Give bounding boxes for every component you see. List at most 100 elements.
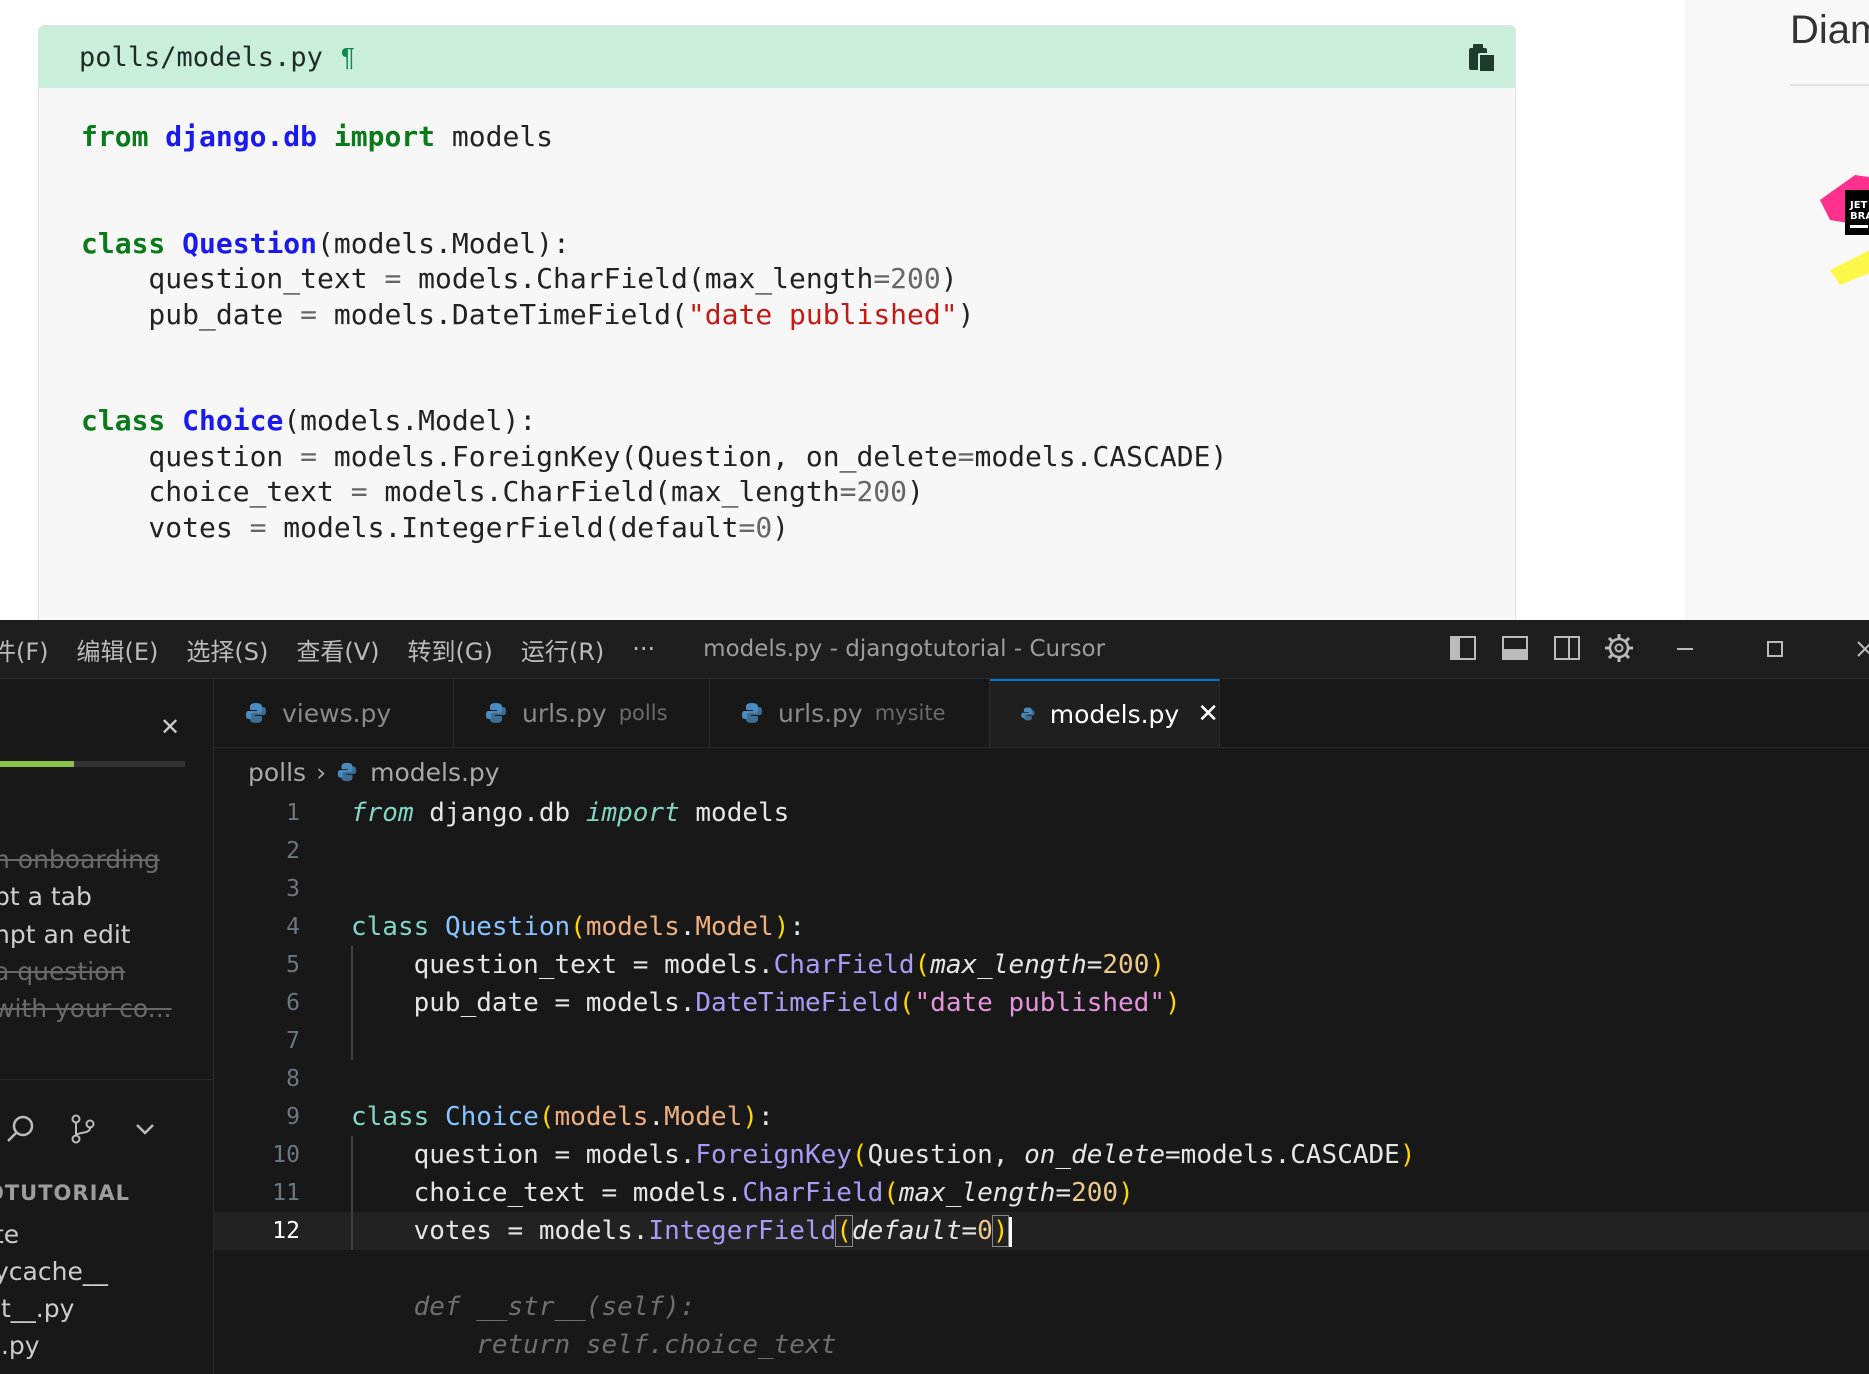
onboarding-item[interactable]: a question [0, 957, 125, 986]
code-token: ( [914, 950, 931, 980]
python-file-icon [742, 703, 762, 723]
line-content[interactable]: question = models.ForeignKey(Question, o… [351, 1136, 1416, 1174]
indent-guide [351, 946, 353, 1060]
breadcrumb-file[interactable]: models.py [370, 758, 499, 787]
source-control-icon[interactable] [66, 1112, 100, 1146]
line-content[interactable]: class Choice(models.Model): [351, 1098, 774, 1136]
tab-models-py[interactable]: models.py ✕ [990, 679, 1220, 747]
code-token: models [585, 912, 680, 942]
menu-selection[interactable]: 选择(S) [186, 632, 268, 667]
code-token: = [873, 262, 891, 295]
search-icon[interactable] [4, 1112, 38, 1146]
menu-file[interactable]: 件(F) [0, 632, 49, 667]
line-content[interactable]: def __str__(self): [351, 1288, 696, 1326]
code-token: . [648, 1102, 665, 1132]
file-tree-item[interactable]: te [0, 1220, 19, 1249]
code-token: models.DateTimeField( [317, 297, 688, 331]
explorer-section-title[interactable]: OTUTORIAL [0, 1181, 130, 1205]
svg-text:BRA: BRA [1850, 211, 1869, 222]
code-token: votes = models. [351, 1216, 649, 1246]
line-content[interactable]: pub_date = models.DateTimeField("date pu… [351, 984, 1181, 1022]
toggle-secondary-sidebar-icon[interactable] [1549, 630, 1585, 666]
tab-urls-py-polls[interactable]: urls.py polls [454, 679, 710, 747]
chevron-down-icon[interactable] [128, 1112, 162, 1146]
file-tree-item[interactable]: it__.py [0, 1294, 74, 1323]
code-line: choice_text = models.CharField(max_lengt… [81, 471, 1515, 508]
code-token: = [1055, 1178, 1072, 1208]
menu-edit[interactable]: 编辑(E) [77, 632, 159, 667]
layout-controls [1445, 630, 1637, 666]
code-token: class [81, 404, 166, 437]
code-token: = [300, 439, 318, 473]
tab-urls-py-mysite[interactable]: urls.py mysite [710, 679, 990, 747]
code-token: (models.Model): [283, 404, 537, 437]
code-token: models.CASCADE) [974, 439, 1228, 473]
code-token: CharField [742, 1178, 884, 1208]
chevron-right-icon: › [316, 757, 327, 787]
tab-description: polls [618, 701, 668, 725]
code-line: 2 [214, 832, 1869, 870]
code-token: models [435, 120, 554, 153]
minimize-icon[interactable] [1670, 634, 1700, 664]
onboarding-item[interactable]: npt an edit [0, 920, 131, 949]
line-number: 11 [272, 1180, 300, 1206]
text-cursor [1009, 1216, 1013, 1247]
line-content[interactable]: class Question(models.Model): [351, 908, 805, 946]
file-tree-item[interactable]: ycache__ [0, 1257, 108, 1286]
breadcrumb: polls › models.py [248, 752, 500, 792]
code-token: pub_date [81, 297, 301, 331]
close-window-icon[interactable] [1850, 634, 1869, 664]
code-token: Choice [182, 404, 284, 437]
code-token: ( [883, 1178, 899, 1208]
code-token: (models.Model): [317, 226, 570, 260]
code-token: ) [991, 1215, 1010, 1247]
tab-close-icon[interactable]: ✕ [1197, 699, 1219, 729]
menu-more[interactable]: ··· [632, 635, 655, 663]
tab-label: urls.py [522, 698, 607, 728]
line-content[interactable]: from django.db import models [351, 794, 789, 832]
code-token: DateTimeField [695, 988, 899, 1018]
code-editor[interactable]: 1 from django.db import models 2 3 4 class Qu… [214, 794, 1869, 1374]
copy-icon[interactable] [1467, 42, 1497, 74]
onboarding-progress-fill [0, 761, 74, 767]
toggle-primary-sidebar-icon[interactable] [1445, 630, 1481, 666]
permalink-pilcrow[interactable]: ¶ [341, 42, 355, 73]
python-file-icon [337, 762, 357, 782]
snippet-header: polls/models.py ¶ [39, 26, 1515, 88]
settings-gear-icon[interactable] [1601, 630, 1637, 666]
tab-views-py[interactable]: views.py [214, 679, 454, 747]
menu-view[interactable]: 查看(V) [296, 632, 379, 667]
line-content[interactable]: question_text = models.CharField(max_len… [351, 946, 1165, 984]
menu-run[interactable]: 运行(R) [521, 632, 604, 667]
code-token: ( [898, 988, 915, 1018]
code-token: = [249, 510, 267, 544]
file-tree-item[interactable]: i.py [0, 1331, 40, 1360]
sidebar: ✕ h onboarding pt a tab npt an edit a quest… [0, 679, 214, 1374]
code-token: IntegerField [648, 1216, 837, 1246]
line-number: 1 [286, 800, 300, 826]
onboarding-item[interactable]: with your co... [0, 994, 172, 1023]
code-token: models.CharField(max_length [367, 475, 840, 508]
code-token: Choice [444, 1102, 539, 1132]
code-token: models [679, 798, 790, 828]
line-content[interactable]: votes = models.IntegerField(default=0) [351, 1212, 1013, 1250]
line-content[interactable]: return self.choice_text [351, 1326, 836, 1364]
line-number: 5 [286, 952, 300, 978]
maximize-icon[interactable] [1760, 634, 1790, 664]
breadcrumb-folder[interactable]: polls [248, 758, 306, 787]
code-token: = [961, 1216, 978, 1246]
code-token: = [1086, 950, 1103, 980]
toggle-panel-icon[interactable] [1497, 630, 1533, 666]
code-token: max_length [898, 1178, 1056, 1208]
onboarding-item[interactable]: pt a tab [0, 882, 92, 911]
line-content[interactable]: choice_text = models.CharField(max_lengt… [351, 1174, 1134, 1212]
onboarding-item[interactable]: h onboarding [0, 845, 160, 874]
code-token: models.IntegerField(default [266, 510, 739, 544]
close-icon[interactable]: ✕ [160, 713, 180, 741]
menu-go[interactable]: 转到(G) [408, 632, 493, 667]
